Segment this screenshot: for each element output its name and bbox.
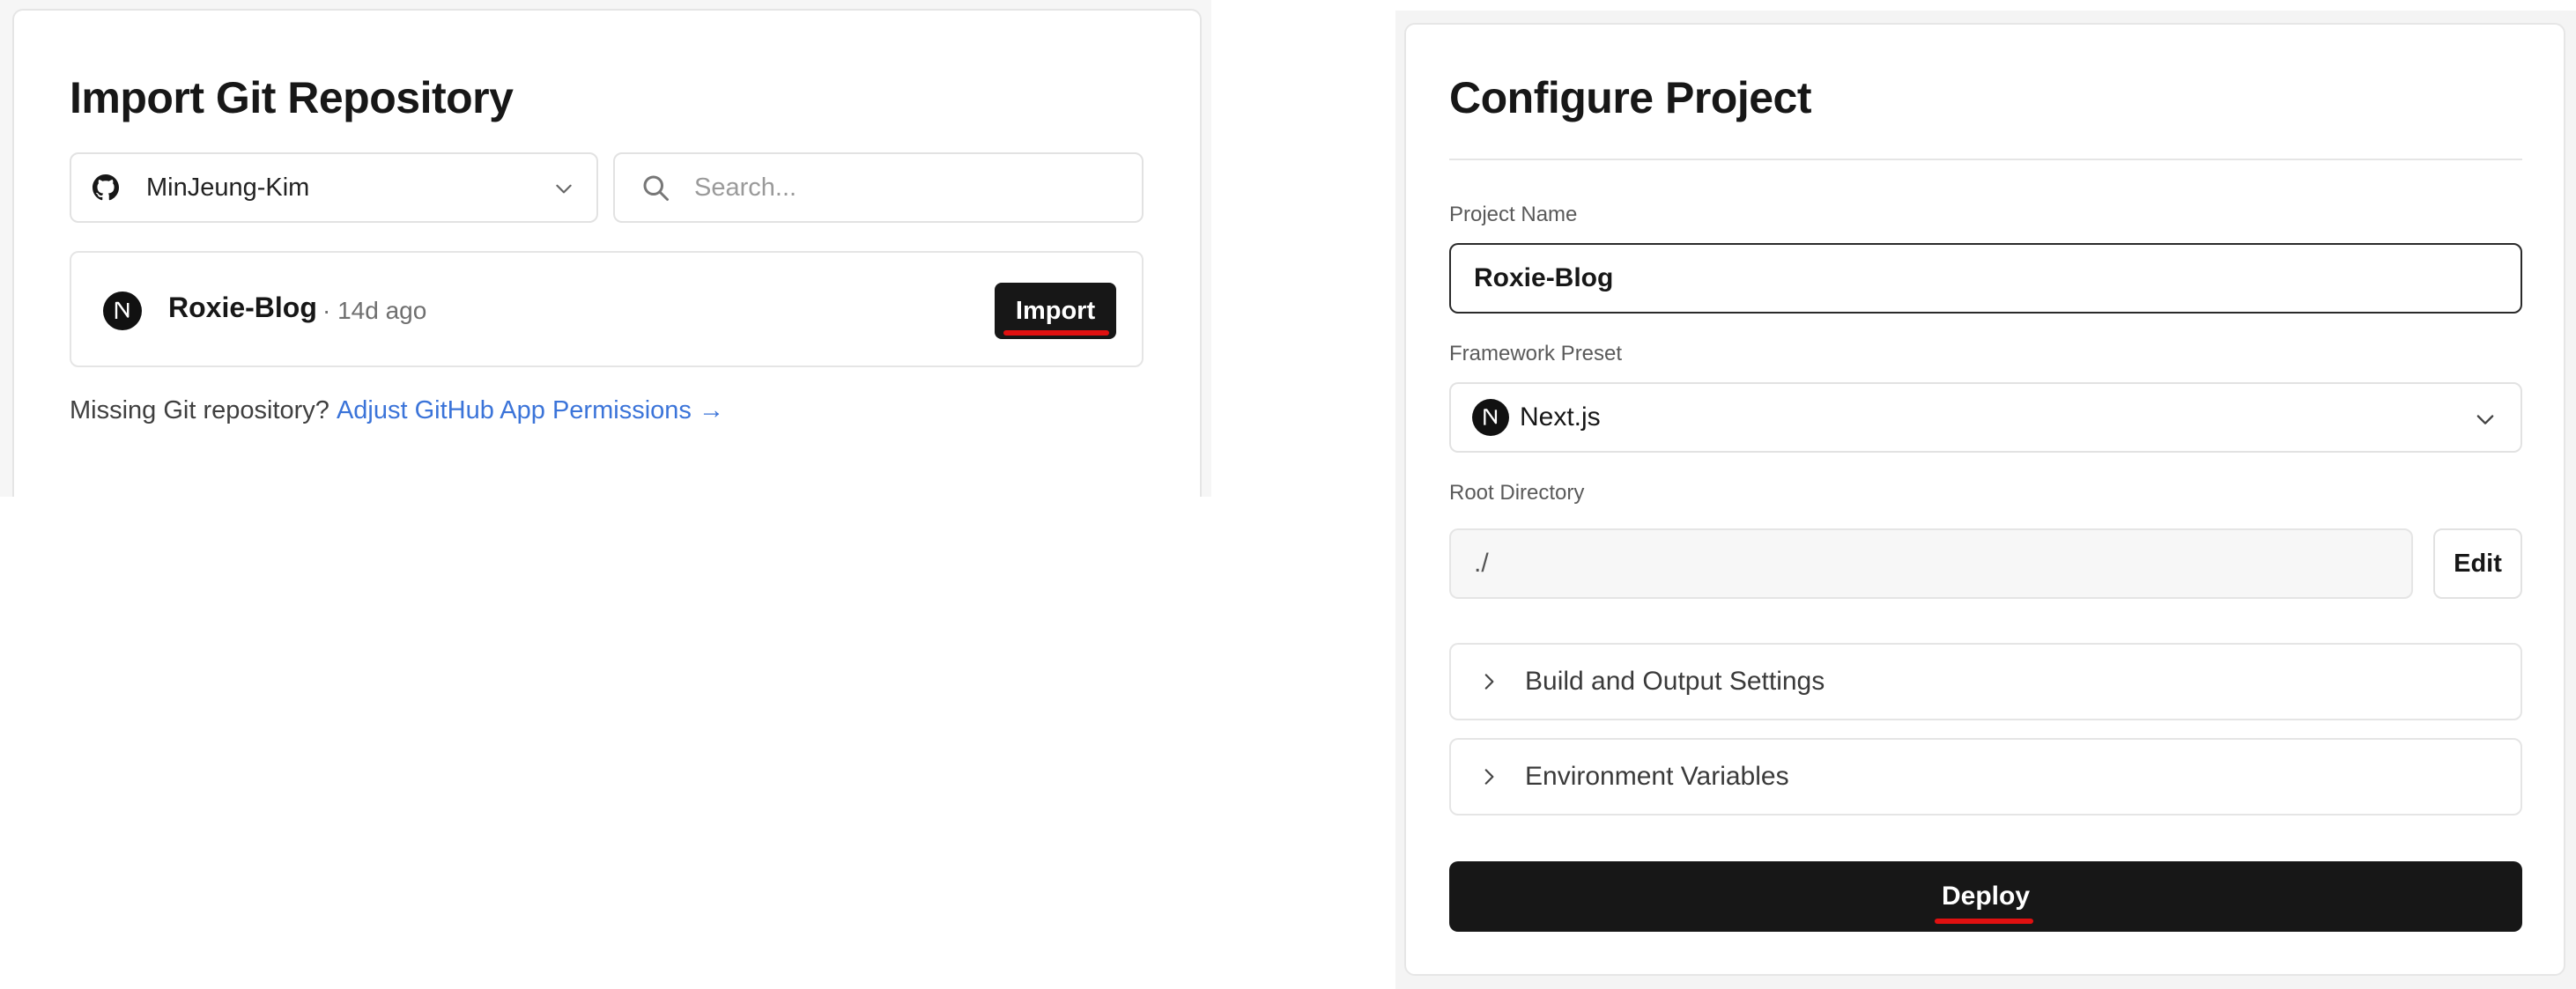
nextjs-logo-icon <box>1472 399 1509 436</box>
project-name-input[interactable] <box>1449 243 2522 314</box>
adjust-permissions-link[interactable]: Adjust GitHub App Permissions → <box>337 396 724 424</box>
framework-preset-select[interactable]: Next.js <box>1449 382 2522 453</box>
search-icon <box>643 175 669 201</box>
framework-preset-value: Next.js <box>1520 402 1601 432</box>
import-panel-title: Import Git Repository <box>70 73 514 122</box>
repository-updated-time: · 14d ago <box>322 297 427 324</box>
chevron-down-icon <box>2476 415 2494 424</box>
build-output-settings-toggle[interactable]: Build and Output Settings <box>1449 643 2522 720</box>
edit-root-directory-button[interactable]: Edit <box>2433 528 2522 599</box>
environment-variables-toggle[interactable]: Environment Variables <box>1449 738 2522 816</box>
root-directory-input[interactable] <box>1449 528 2413 599</box>
divider <box>1449 159 2522 160</box>
chevron-down-icon <box>556 184 572 194</box>
configure-panel-title: Configure Project <box>1449 73 1811 122</box>
environment-variables-label: Environment Variables <box>1525 762 1789 791</box>
chevron-right-icon <box>1484 674 1494 690</box>
search-input[interactable] <box>692 172 1115 203</box>
root-directory-label: Root Directory <box>1449 481 1585 505</box>
missing-repository-text: Missing Git repository? <box>70 396 329 424</box>
framework-preset-label: Framework Preset <box>1449 342 1623 365</box>
missing-repository-note: Missing Git repository? Adjust GitHub App… <box>70 396 724 425</box>
chevron-right-icon <box>1484 769 1494 785</box>
deploy-highlight-underline <box>1935 919 2033 924</box>
github-icon <box>92 173 120 202</box>
nextjs-logo-icon <box>103 292 142 330</box>
project-name-label: Project Name <box>1449 203 1578 226</box>
repository-search[interactable] <box>613 152 1144 223</box>
repository-name: Roxie-Blog <box>168 292 317 323</box>
repository-row: Roxie-Blog · 14d ago Import <box>70 251 1144 367</box>
git-account-select[interactable]: MinJeung-Kim <box>70 152 598 223</box>
build-output-settings-label: Build and Output Settings <box>1525 667 1825 696</box>
import-highlight-underline <box>1003 330 1109 336</box>
git-account-name: MinJeung-Kim <box>146 173 310 202</box>
